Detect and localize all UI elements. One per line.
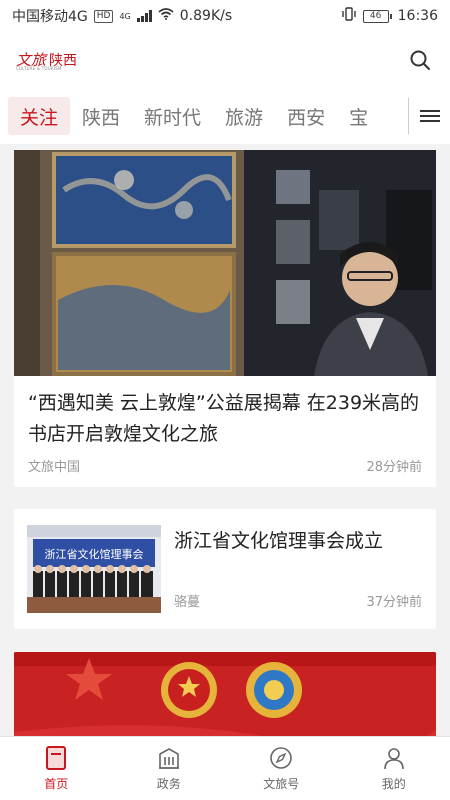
compass-icon (268, 745, 294, 771)
article-card[interactable]: 浙江省文化馆理事会 浙江省文化馆理事会成立 骆蔓 37分钟前 (14, 509, 436, 629)
nav-profile-label: 我的 (381, 777, 406, 791)
battery-level: 46 (362, 9, 389, 23)
signal-icon (136, 10, 152, 22)
bottom-navigation: 首页 政务 文旅号 我的 (0, 736, 450, 800)
nav-culture-tourism[interactable]: 文旅号 (225, 737, 338, 800)
search-button[interactable] (406, 46, 434, 74)
news-feed[interactable]: “西遇知美 云上敦煌”公益展揭幕 在239米高的书店开启敦煌文化之旅 文旅中国 … (0, 144, 450, 736)
channel-tabs: 关注 陕西 新时代 旅游 西安 宝 (0, 88, 450, 144)
hamburger-icon (419, 107, 440, 125)
vibrate-icon (341, 7, 357, 25)
battery-icon: 46 (362, 9, 392, 23)
status-bar: 中国移动4G HD 4G 0.89K/s 46 16:36 (0, 0, 450, 32)
article-card[interactable]: “西遇知美 云上敦煌”公益展揭幕 在239米高的书店开启敦煌文化之旅 文旅中国 … (14, 150, 436, 487)
wifi-icon (158, 8, 174, 24)
hd-badge: HD (93, 9, 114, 23)
tab-follow[interactable]: 关注 (8, 97, 71, 135)
thumbnail-banner-text: 浙江省文化馆理事会 (45, 547, 144, 561)
article-time: 28分钟前 (366, 460, 422, 475)
search-icon (410, 50, 430, 70)
tab-travel[interactable]: 旅游 (213, 97, 275, 135)
user-icon (381, 745, 407, 771)
carrier-label: 中国移动4G (12, 9, 88, 25)
logo-subtitle: CULTURE & TOURISM (16, 66, 62, 71)
app-logo[interactable]: 文旅 陕西 CULTURE & TOURISM (16, 52, 77, 71)
nav-government[interactable]: 政务 (113, 737, 226, 800)
article-image (14, 652, 436, 736)
tab-bao[interactable]: 宝 (337, 97, 380, 135)
clock: 16:36 (397, 8, 438, 24)
article-time: 37分钟前 (366, 595, 422, 610)
tab-new-era[interactable]: 新时代 (132, 97, 213, 135)
article-title[interactable]: 浙江省文化馆理事会成立 (174, 527, 424, 555)
article-image (14, 150, 436, 376)
network-speed: 0.89K/s (179, 8, 233, 24)
article-thumbnail: 浙江省文化馆理事会 (27, 525, 161, 613)
article-card[interactable] (14, 652, 436, 736)
home-icon (43, 745, 69, 771)
nav-profile[interactable]: 我的 (338, 737, 450, 800)
government-building-icon (156, 745, 182, 771)
network-badge: 4G (119, 11, 131, 21)
nav-culture-tourism-label: 文旅号 (263, 777, 300, 791)
nav-home-label: 首页 (44, 777, 69, 791)
nav-home[interactable]: 首页 (0, 737, 113, 800)
article-title[interactable]: “西遇知美 云上敦煌”公益展揭幕 在239米高的书店开启敦煌文化之旅 (28, 388, 424, 450)
app-header: 文旅 陕西 CULTURE & TOURISM (0, 32, 450, 88)
channel-menu-button[interactable] (408, 98, 450, 134)
nav-government-label: 政务 (156, 777, 181, 791)
tab-xian[interactable]: 西安 (275, 97, 337, 135)
article-source: 骆蔓 (174, 595, 201, 610)
article-source: 文旅中国 (28, 460, 81, 475)
tab-shaanxi[interactable]: 陕西 (70, 97, 132, 135)
